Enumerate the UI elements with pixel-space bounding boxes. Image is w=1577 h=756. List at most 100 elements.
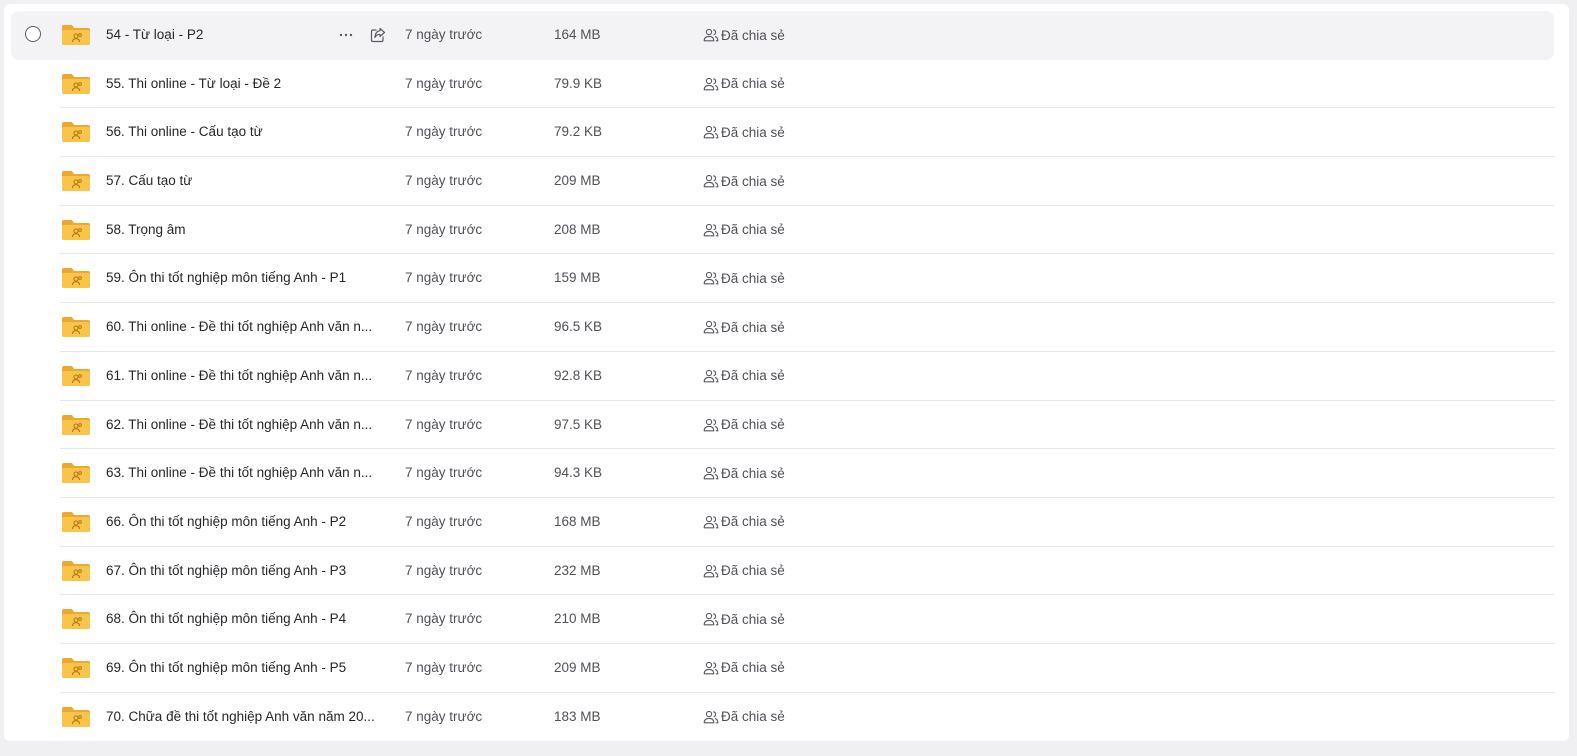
shared-folder-icon bbox=[62, 657, 90, 678]
file-modified: 7 ngày trước bbox=[405, 124, 483, 140]
table-row[interactable]: 70. Chữa đề thi tốt nghiệp Anh văn năm 2… bbox=[4, 693, 1569, 741]
file-modified: 7 ngày trước bbox=[405, 562, 483, 578]
users-icon bbox=[703, 515, 719, 529]
shared-folder-icon bbox=[62, 365, 90, 386]
file-size: 97.5 KB bbox=[554, 416, 603, 432]
file-modified: 7 ngày trước bbox=[405, 465, 483, 481]
file-size: 92.8 KB bbox=[554, 367, 603, 383]
table-row[interactable]: 58. Trọng âm 7 ngày trước 208 MB Đã chia… bbox=[4, 206, 1569, 255]
share-status: Đã chia sẻ bbox=[703, 401, 785, 449]
share-status-label: Đã chia sẻ bbox=[721, 76, 785, 92]
file-name[interactable]: 57. Cấu tạo từ bbox=[106, 157, 388, 205]
file-modified: 7 ngày trước bbox=[405, 75, 483, 91]
table-row[interactable]: 62. Thi online - Đề thi tốt nghiệp Anh v… bbox=[4, 401, 1569, 450]
users-icon bbox=[703, 272, 719, 285]
share-status: Đã chia sẻ bbox=[703, 498, 785, 546]
file-name[interactable]: 55. Thi online - Từ loại - Đề 2 bbox=[106, 60, 388, 108]
file-name[interactable]: 59. Ôn thi tốt nghiệp môn tiếng Anh - P1 bbox=[106, 254, 388, 302]
share-status-label: Đã chia sẻ bbox=[721, 270, 785, 286]
file-size: 210 MB bbox=[554, 611, 601, 627]
file-name[interactable]: 60. Thi online - Đề thi tốt nghiệp Anh v… bbox=[106, 303, 388, 351]
share-status-label: Đã chia sẻ bbox=[721, 319, 785, 335]
shared-folder-icon bbox=[62, 25, 90, 45]
file-name[interactable]: 68. Ôn thi tốt nghiệp môn tiếng Anh - P4 bbox=[106, 595, 388, 643]
file-modified: 7 ngày trước bbox=[405, 27, 483, 42]
share-status: Đã chia sẻ bbox=[703, 449, 785, 497]
file-size: 79.2 KB bbox=[554, 124, 603, 140]
share-status-label: Đã chia sẻ bbox=[721, 514, 785, 530]
share-status-label: Đã chia sẻ bbox=[721, 660, 785, 676]
table-row[interactable]: 56. Thi online - Cấu tạo từ 7 ngày trước… bbox=[4, 108, 1569, 158]
file-size: 79.9 KB bbox=[554, 75, 603, 91]
file-modified: 7 ngày trước bbox=[405, 416, 483, 432]
shared-folder-icon bbox=[62, 511, 90, 532]
file-modified: 7 ngày trước bbox=[405, 513, 483, 529]
file-size: 232 MB bbox=[554, 562, 601, 578]
shared-folder-icon bbox=[62, 219, 90, 240]
file-name[interactable]: 70. Chữa đề thi tốt nghiệp Anh văn năm 2… bbox=[106, 693, 388, 741]
file-modified: 7 ngày trước bbox=[405, 708, 483, 724]
file-modified: 7 ngày trước bbox=[405, 367, 483, 383]
users-icon bbox=[703, 126, 719, 139]
shared-folder-icon bbox=[62, 317, 90, 338]
file-size: 209 MB bbox=[554, 173, 601, 189]
file-size: 168 MB bbox=[554, 513, 601, 529]
file-name[interactable]: 62. Thi online - Đề thi tốt nghiệp Anh v… bbox=[106, 401, 388, 449]
shared-folder-icon bbox=[62, 73, 90, 94]
file-size: 209 MB bbox=[554, 659, 601, 675]
users-icon bbox=[703, 564, 719, 577]
file-name[interactable]: 69. Ôn thi tốt nghiệp môn tiếng Anh - P5 bbox=[106, 644, 388, 692]
shared-folder-icon bbox=[62, 268, 90, 289]
users-icon bbox=[703, 174, 719, 188]
table-row[interactable]: 60. Thi online - Đề thi tốt nghiệp Anh v… bbox=[4, 303, 1569, 352]
file-name[interactable]: 56. Thi online - Cấu tạo từ bbox=[106, 108, 388, 156]
share-status: Đã chia sẻ bbox=[703, 693, 785, 741]
users-icon bbox=[703, 223, 719, 237]
share-status-label: Đã chia sẻ bbox=[721, 709, 785, 725]
file-name[interactable]: 58. Trọng âm bbox=[106, 206, 388, 254]
file-modified: 7 ngày trước bbox=[405, 319, 483, 335]
users-icon bbox=[703, 77, 719, 91]
table-row[interactable]: 54 - Từ loại - P2 7 ngày trước 164 MB Đã… bbox=[11, 11, 1554, 60]
users-icon bbox=[703, 369, 719, 383]
file-name[interactable]: 63. Thi online - Đề thi tốt nghiệp Anh v… bbox=[106, 449, 388, 497]
table-row[interactable]: 55. Thi online - Từ loại - Đề 2 7 ngày t… bbox=[4, 60, 1569, 109]
row-select-checkbox[interactable] bbox=[25, 26, 41, 42]
table-row[interactable]: 69. Ôn thi tốt nghiệp môn tiếng Anh - P5… bbox=[4, 644, 1569, 693]
share-status-label: Đã chia sẻ bbox=[721, 417, 785, 432]
share-status: Đã chia sẻ bbox=[703, 60, 785, 108]
table-row[interactable]: 68. Ôn thi tốt nghiệp môn tiếng Anh - P4… bbox=[4, 595, 1569, 644]
users-icon bbox=[703, 418, 719, 431]
file-modified: 7 ngày trước bbox=[405, 221, 483, 237]
shared-folder-icon bbox=[62, 171, 90, 192]
table-row[interactable]: 57. Cấu tạo từ 7 ngày trước 209 MB Đã ch… bbox=[4, 157, 1569, 206]
table-row[interactable]: 63. Thi online - Đề thi tốt nghiệp Anh v… bbox=[4, 449, 1569, 498]
share-status-label: Đã chia sẻ bbox=[721, 368, 785, 384]
file-name[interactable]: 67. Ôn thi tốt nghiệp môn tiếng Anh - P3 bbox=[106, 547, 388, 595]
file-modified: 7 ngày trước bbox=[405, 270, 483, 286]
shared-folder-icon bbox=[62, 609, 90, 630]
users-icon bbox=[703, 710, 719, 723]
share-status-label: Đã chia sẻ bbox=[721, 563, 785, 579]
table-row[interactable]: 59. Ôn thi tốt nghiệp môn tiếng Anh - P1… bbox=[4, 254, 1569, 304]
shared-folder-icon bbox=[62, 463, 90, 484]
file-modified: 7 ngày trước bbox=[405, 173, 483, 189]
share-status-label: Đã chia sẻ bbox=[721, 465, 785, 481]
file-modified: 7 ngày trước bbox=[405, 611, 483, 627]
table-row[interactable]: 61. Thi online - Đề thi tốt nghiệp Anh v… bbox=[4, 352, 1569, 401]
file-size: 208 MB bbox=[554, 221, 601, 237]
share-status-label: Đã chia sẻ bbox=[721, 124, 785, 140]
file-name[interactable]: 61. Thi online - Đề thi tốt nghiệp Anh v… bbox=[106, 352, 388, 400]
table-row[interactable]: 67. Ôn thi tốt nghiệp môn tiếng Anh - P3… bbox=[4, 547, 1569, 596]
share-status: Đã chia sẻ bbox=[703, 108, 785, 156]
more-horizontal-icon[interactable] bbox=[337, 26, 355, 44]
share-status-label: Đã chia sẻ bbox=[721, 222, 785, 238]
file-name[interactable]: 66. Ôn thi tốt nghiệp môn tiếng Anh - P2 bbox=[106, 498, 388, 546]
share-icon[interactable] bbox=[369, 26, 387, 44]
share-status-label: Đã chia sẻ bbox=[721, 611, 785, 627]
share-status-label: Đã chia sẻ bbox=[721, 27, 785, 43]
shared-folder-icon bbox=[62, 706, 90, 727]
table-row[interactable]: 66. Ôn thi tốt nghiệp môn tiếng Anh - P2… bbox=[4, 498, 1569, 547]
file-modified: 7 ngày trước bbox=[405, 659, 483, 675]
users-icon bbox=[703, 320, 719, 334]
